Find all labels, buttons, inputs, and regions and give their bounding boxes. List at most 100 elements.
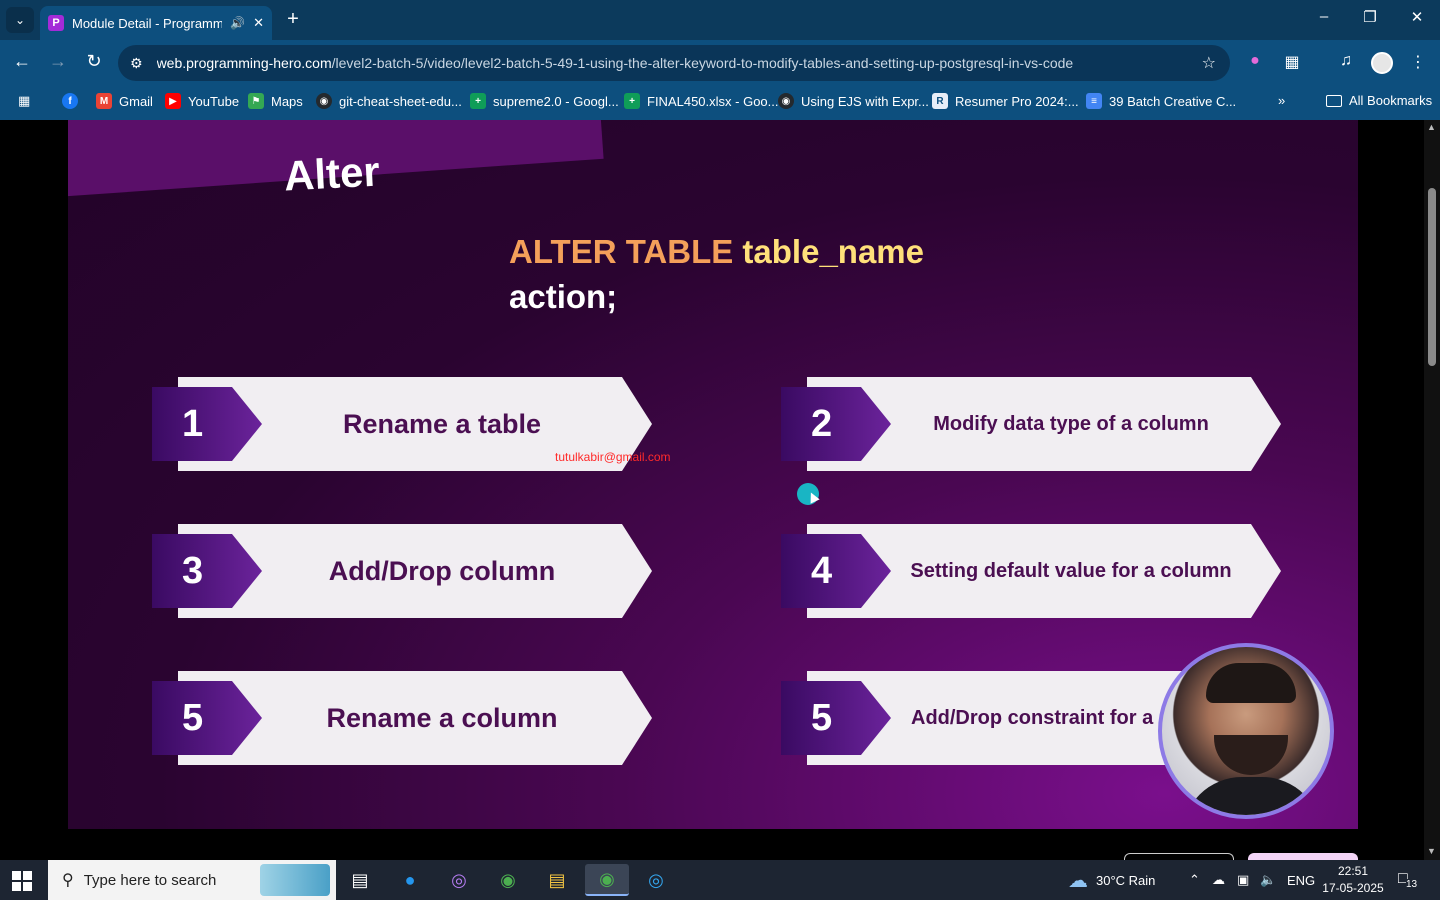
list-item: 4 Setting default value for a column <box>781 524 1281 618</box>
clock-date: 17-05-2025 <box>1322 881 1384 895</box>
sheets-icon: + <box>470 93 486 109</box>
facebook-bookmark[interactable]: f <box>62 93 85 109</box>
facebook-icon: f <box>62 93 78 109</box>
new-tab-button[interactable]: + <box>282 8 304 31</box>
bookmark-label: git-cheat-sheet-edu... <box>339 93 462 109</box>
list-item: 5 Rename a column <box>152 671 652 765</box>
profile-avatar[interactable] <box>1371 52 1393 74</box>
email-watermark: tutulkabir@gmail.com <box>555 450 671 464</box>
weather-text: 30°C Rain <box>1096 872 1156 888</box>
docs-icon: ≡ <box>1086 93 1102 109</box>
weather-widget[interactable]: ☁ 30°C Rain <box>1068 860 1155 900</box>
show-hidden-icons-chevron-icon[interactable]: ⌃ <box>1189 860 1200 900</box>
bookmark-label: 39 Batch Creative C... <box>1109 93 1237 109</box>
app-circle-icon[interactable]: ◎ <box>437 864 481 896</box>
bookmark-gmail[interactable]: M Gmail <box>96 93 153 109</box>
docker-icon[interactable]: ● <box>388 864 432 896</box>
syntax-line-1: ALTER TABLE table_name <box>509 233 924 271</box>
bookmark-label: YouTube <box>188 93 240 109</box>
menu-kebab-icon[interactable]: ⋮ <box>1406 52 1430 72</box>
item-label: Setting default value for a column <box>910 559 1232 582</box>
url-host: web.programming-hero.com <box>156 55 332 71</box>
bookmark-label: Gmail <box>119 93 153 109</box>
scroll-up-icon[interactable]: ▲ <box>1427 122 1436 132</box>
item-label: Add/Drop column <box>328 555 556 586</box>
list-item: 2 Modify data type of a column <box>781 377 1281 471</box>
scrollbar-thumb[interactable] <box>1428 188 1436 366</box>
bookmark-git-cheat-sheet[interactable]: ◉ git-cheat-sheet-edu... <box>316 93 462 109</box>
site-info-icon[interactable]: ⚙ <box>130 55 143 72</box>
language-indicator[interactable]: ENG <box>1287 860 1315 900</box>
url-text: web.programming-hero.com/level2-batch-5/… <box>157 55 1074 71</box>
scroll-down-icon[interactable]: ▼ <box>1427 846 1436 856</box>
forward-icon[interactable]: → <box>45 51 71 72</box>
sheets-icon: + <box>624 93 640 109</box>
bookmark-label: Resumer Pro 2024:... <box>955 93 1079 109</box>
volume-icon[interactable]: 🔈 <box>1260 860 1276 900</box>
chrome-icon[interactable]: ◉ <box>486 864 530 896</box>
bookmark-star-icon[interactable]: ☆ <box>1202 53 1216 73</box>
reload-icon[interactable]: ↻ <box>81 51 107 72</box>
chrome-active-icon[interactable]: ◉ <box>585 864 629 896</box>
network-icon[interactable]: ▣ <box>1237 860 1249 900</box>
windows-taskbar: ⚲ Type here to search ▤ ● ◎ ◉ ▤ ◉ ◎ ☁ 30… <box>0 860 1440 900</box>
more-bookmarks-chevron-icon[interactable]: » <box>1278 93 1285 108</box>
all-bookmarks-folder[interactable]: All Bookmarks <box>1326 93 1432 108</box>
programming-hero-favicon-icon: P <box>48 15 64 31</box>
bookmark-label: Using EJS with Expr... <box>801 93 929 109</box>
bookmark-supreme[interactable]: + supreme2.0 - Googl... <box>470 93 619 109</box>
restore-icon[interactable]: ❐ <box>1355 8 1385 26</box>
extension-color-icon[interactable]: ● <box>1243 52 1267 70</box>
bookmarks-bar: ▦ f M Gmail ▶ YouTube ⚑ Maps ◉ git-cheat-she… <box>0 86 1440 120</box>
speaker-icon[interactable]: 🔊 <box>230 16 245 30</box>
page-viewport: Alter ALTER TABLE table_name action; 1 R… <box>0 120 1424 860</box>
extensions-puzzle-icon[interactable]: ▦ <box>1280 52 1304 72</box>
browser-tab[interactable]: P Module Detail - Programmi 🔊 ✕ <box>40 6 272 40</box>
onedrive-icon[interactable]: ☁ <box>1212 860 1225 900</box>
webcam-shirt <box>1182 777 1322 815</box>
close-tab-icon[interactable]: ✕ <box>253 15 264 31</box>
windows-start-icon[interactable] <box>12 871 32 891</box>
youtube-icon: ▶ <box>165 93 181 109</box>
apps-grid-icon[interactable]: ▦ <box>18 93 30 109</box>
back-icon[interactable]: ← <box>9 51 35 72</box>
resumer-icon: R <box>932 93 948 109</box>
list-item: 3 Add/Drop column <box>152 524 652 618</box>
media-control-icon[interactable]: ♫ <box>1334 52 1358 70</box>
edge-icon[interactable]: ◎ <box>634 864 678 896</box>
taskbar-search-box[interactable]: ⚲ Type here to search <box>48 860 336 900</box>
folder-icon <box>1326 94 1342 107</box>
gmail-icon: M <box>96 93 112 109</box>
maps-icon: ⚑ <box>248 93 264 109</box>
bookmark-39-batch[interactable]: ≡ 39 Batch Creative C... <box>1086 93 1236 109</box>
system-clock[interactable]: 22:51 17-05-2025 <box>1318 863 1388 897</box>
webcam-beard <box>1214 735 1288 775</box>
syntax-line-2: action; <box>509 278 618 315</box>
partial-button-outline[interactable] <box>1124 853 1234 860</box>
bookmark-resumer[interactable]: R Resumer Pro 2024:... <box>932 93 1079 109</box>
syntax-keyword: ALTER TABLE <box>509 233 734 270</box>
slide-title: Alter <box>282 147 381 200</box>
tab-bar: ⌄ P Module Detail - Programmi 🔊 ✕ + – ❐ … <box>0 0 1440 40</box>
syntax-identifier: table_name <box>742 233 925 270</box>
bookmark-youtube[interactable]: ▶ YouTube <box>165 93 239 109</box>
partial-button-filled[interactable] <box>1248 853 1358 860</box>
github-icon: ◉ <box>778 93 794 109</box>
bookmark-label: Maps <box>271 93 303 109</box>
address-bar[interactable]: ⚙ web.programming-hero.com/level2-batch-… <box>118 45 1230 81</box>
page-scrollbar[interactable]: ▲ ▼ <box>1424 120 1440 860</box>
bookmark-maps[interactable]: ⚑ Maps <box>248 93 303 109</box>
browser-toolbar: ← → ↻ ⚙ web.programming-hero.com/level2-… <box>0 40 1440 86</box>
bookmark-final450[interactable]: + FINAL450.xlsx - Goo... <box>624 93 779 109</box>
file-explorer-icon[interactable]: ▤ <box>535 864 579 896</box>
bookmark-ejs[interactable]: ◉ Using EJS with Expr... <box>778 93 929 109</box>
close-window-icon[interactable]: ✕ <box>1402 8 1432 26</box>
minimize-icon[interactable]: – <box>1309 8 1339 25</box>
search-highlight-image <box>260 864 330 896</box>
tab-search-button[interactable]: ⌄ <box>6 7 34 33</box>
url-path: /level2-batch-5/video/level2-batch-5-49-… <box>331 55 1074 71</box>
video-slide[interactable]: Alter ALTER TABLE table_name action; 1 R… <box>68 120 1358 829</box>
search-icon: ⚲ <box>62 872 74 889</box>
search-placeholder: Type here to search <box>83 871 217 889</box>
task-view-icon[interactable]: ▤ <box>338 864 382 896</box>
